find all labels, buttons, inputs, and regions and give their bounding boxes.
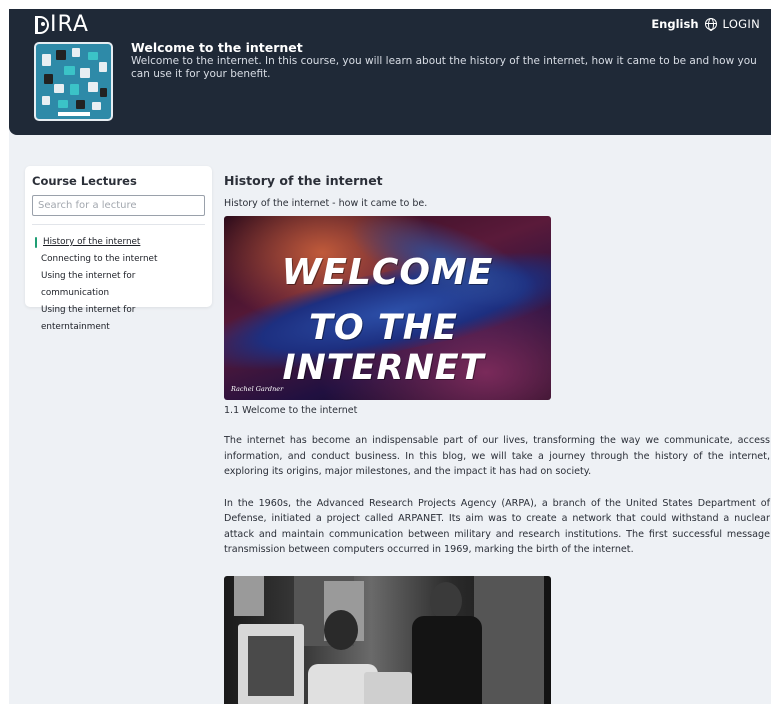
welcome-banner-image: WELCOME TO THE INTERNET Rachel Gardner [224,216,551,400]
lecture-search-input[interactable] [32,195,205,216]
thumb-cube [54,84,64,93]
language-selector[interactable]: English [651,17,698,31]
course-description: Welcome to the internet. In this course,… [131,55,757,80]
thumb-cube [42,96,50,105]
course-thumbnail [34,42,113,121]
lecture-item-entertainment[interactable]: Using the internet for enterntainment [32,302,205,336]
thumb-cube [99,62,107,72]
logo[interactable]: IRA [35,12,89,37]
thumb-cube [88,52,98,60]
photo-terminal [364,671,412,704]
thumb-cube [64,66,75,75]
banner-line-1: WELCOME [281,252,494,293]
lecture-item-history[interactable]: History of the internet [32,234,205,251]
thumb-cube [58,100,68,108]
thumb-cube [76,100,85,109]
thumb-cube [88,82,98,92]
header-actions: English LOGIN [651,17,760,31]
lecture-title: History of the internet [224,173,383,188]
course-lectures-panel: Course Lectures History of the internet … [25,166,212,332]
image-caption: 1.1 Welcome to the internet [224,405,358,416]
thumb-cube [92,102,101,110]
lecture-item-connecting[interactable]: Connecting to the internet [32,251,205,268]
photo-rack [234,575,264,616]
thumb-cube [72,48,80,57]
globe-icon[interactable] [704,18,717,31]
lecture-subtitle: History of the internet - how it came to… [224,198,428,209]
lecture-item-communication[interactable]: Using the internet for communication [32,268,205,302]
course-title: Welcome to the internet [131,40,303,55]
banner-line-2: TO THE INTERNET [282,308,485,388]
course-header: IRA English LOGIN Welcome to the interne… [9,9,771,135]
thumb-cube [80,68,90,78]
logo-text: IRA [50,12,89,37]
paragraph: The internet has become an indispensable… [224,435,770,477]
thumb-caption-bar [58,112,90,116]
thumb-cube [70,84,79,95]
sidebar-divider [32,224,205,225]
thumb-cube [100,88,107,97]
arpanet-photo [224,575,551,704]
photo-person-head [324,609,358,650]
photo-screen [248,635,294,696]
paragraph: In the 1960s, the Advanced Research Proj… [224,497,770,556]
photo-person-head [430,581,462,620]
lecture-list: History of the internet Connecting to th… [32,234,205,336]
banner-signature: Rachel Gardner [231,385,284,393]
thumb-cube [44,74,53,84]
sidebar-title: Course Lectures [32,174,137,188]
photo-person-body [412,615,482,704]
thumb-cube [56,50,66,60]
logo-mark-icon [35,15,49,34]
lecture-content: History of the internet History of the i… [224,173,770,704]
login-button[interactable]: LOGIN [723,17,760,31]
photo-rack [474,575,544,704]
thumb-cube [42,54,51,66]
